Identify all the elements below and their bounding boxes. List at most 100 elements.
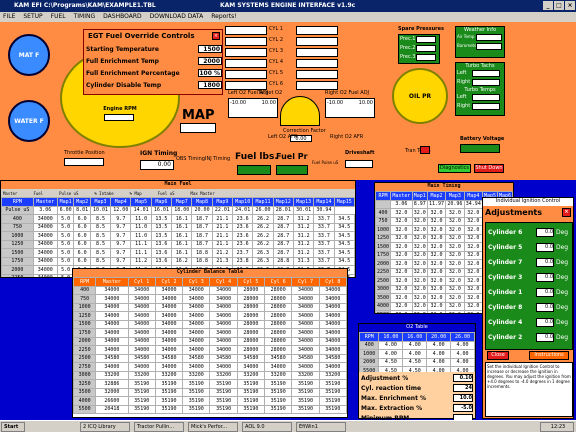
table-cell[interactable]: 11.0 [130,222,152,232]
ign-cylinder-input[interactable]: 0.0 [536,258,554,267]
table-cell[interactable]: 11.97 [426,199,447,209]
table-cell[interactable]: 6.0 [73,256,91,266]
table-cell[interactable]: 34000 [32,265,58,275]
table-cell[interactable]: 32.0 [445,225,465,235]
table-cell[interactable]: 18.7 [191,222,213,232]
rpm-cell[interactable] [375,199,391,209]
table-cell[interactable]: 35190 [236,379,266,389]
table-cell[interactable]: 13.5 [150,231,173,241]
table-cell[interactable]: 32.0 [426,216,447,226]
table-cell[interactable]: 35190 [209,396,238,406]
rpm-cell[interactable]: 1750 [73,328,97,338]
table-cell[interactable]: 28000 [236,319,266,329]
table-cell[interactable]: 34000 [127,285,156,295]
table-cell[interactable]: 26.2 [252,231,274,241]
table-cell[interactable]: 35190 [264,387,293,397]
table-cell[interactable]: 34.94 [463,199,484,209]
table-cell[interactable]: 34000 [154,285,184,295]
table-cell[interactable]: 16.01 [150,205,173,215]
menu-file[interactable]: FILE [3,12,15,22]
table-cell[interactable]: 32.0 [463,276,484,286]
table-cell[interactable]: 32.0 [445,208,465,218]
o2-setting-input[interactable]: -5.0 [453,404,473,412]
table-cell[interactable]: 28000 [236,294,266,304]
table-cell[interactable]: 32.0 [426,301,447,311]
table-cell[interactable]: 28000 [264,302,293,312]
table-cell[interactable]: 35190 [291,387,320,397]
table-cell[interactable]: 31.3 [292,256,315,266]
table-cell[interactable]: 32.0 [426,310,447,313]
table-cell[interactable]: 35190 [127,387,156,397]
table-cell[interactable]: 13.6 [150,248,173,258]
table-cell[interactable]: 35190 [182,396,211,406]
table-cell[interactable]: 34000 [291,328,320,338]
taskbar-item-tractor[interactable]: Tractor Pullin... [134,422,184,432]
table-cell[interactable]: 32.0 [445,310,465,313]
table-cell[interactable]: 28.8 [272,256,294,266]
table-cell[interactable]: 33.7 [313,256,335,266]
diagnostics-button[interactable]: Diagnostics [438,164,471,173]
table-cell[interactable]: 18.7 [191,214,213,224]
toolbar-pulse[interactable]: Pulse uS [59,191,78,196]
table-cell[interactable]: 9.7 [110,248,132,258]
table-cell[interactable]: 34000 [291,362,320,372]
rpm-cell[interactable]: 750 [1,222,34,232]
rpm-cell[interactable]: 2750 [73,362,97,372]
taskbar-item-micks[interactable]: Mick's Perfor... [188,422,238,432]
table-cell[interactable]: 35190 [182,387,211,397]
table-cell[interactable]: 32.0 [426,259,447,269]
table-cell[interactable]: 5.0 [56,239,75,249]
table-cell[interactable]: 34000 [154,345,184,355]
table-cell[interactable]: 4.00 [402,349,428,359]
table-cell[interactable]: 35190 [291,396,320,406]
table-cell[interactable]: 4.00 [426,349,452,359]
rpm-cell[interactable]: 2000 [375,259,391,269]
table-cell[interactable]: 26.00 [252,205,274,215]
table-cell[interactable]: 34000 [32,256,58,266]
toolbar-master[interactable]: Master [3,191,17,196]
table-cell[interactable]: 16.2 [171,256,193,266]
table-cell[interactable]: 28000 [264,328,293,338]
table-cell[interactable]: 32.0 [463,250,484,260]
table-cell[interactable]: 34000 [154,362,184,372]
ign-cylinder-input[interactable]: 0.0 [536,228,554,237]
table-cell[interactable]: 34580 [127,353,156,363]
table-cell[interactable]: 20.96 [445,199,465,209]
table-cell[interactable]: 21.1 [211,222,234,232]
rpm-cell[interactable]: 4000 [73,396,97,406]
table-cell[interactable]: 32.0 [389,301,413,311]
table-cell[interactable]: 32.0 [411,301,428,311]
table-cell[interactable]: 34000 [127,345,156,355]
toolbar-fuel-us[interactable]: Fuel uS [158,191,175,196]
table-cell[interactable]: 34000 [95,311,129,321]
table-cell[interactable]: 34.5 [333,248,355,258]
table-cell[interactable]: 16.1 [171,214,193,224]
table-cell[interactable]: 33200 [291,370,320,380]
table-cell[interactable]: 30.94 [313,205,335,215]
table-cell[interactable]: 28000 [236,311,266,321]
ign-cylinder-input[interactable]: 0.0 [536,288,554,297]
table-cell[interactable]: 32.0 [389,259,413,269]
table-cell[interactable]: 11.0 [130,231,152,241]
toolbar-intake[interactable]: % Intake [94,191,113,196]
table-cell[interactable]: 35190 [264,379,293,389]
table-cell[interactable]: 34000 [32,273,58,277]
table-cell[interactable]: 4.00 [450,357,475,367]
table-cell[interactable]: 35190 [127,396,156,406]
table-cell[interactable]: 32.0 [389,284,413,294]
table-cell[interactable]: 34580 [209,353,238,363]
table-cell[interactable]: 24.01 [232,205,254,215]
table-cell[interactable]: 32.0 [426,293,447,303]
table-cell[interactable]: 33.7 [313,214,335,224]
table-cell[interactable]: 26.3 [252,256,274,266]
table-cell[interactable]: 26.3 [252,248,274,258]
table-cell[interactable]: 34000 [291,345,320,355]
rpm-cell[interactable]: 2250 [375,267,391,277]
table-cell[interactable]: 35190 [154,396,184,406]
close-button[interactable]: Close [487,351,509,360]
menu-timing[interactable]: TIMING [74,12,96,22]
table-cell[interactable]: 16.1 [171,222,193,232]
table-cell[interactable]: 11.1 [130,239,152,249]
menu-reports[interactable]: Reports! [211,12,236,22]
table-cell[interactable]: 35190 [154,379,184,389]
